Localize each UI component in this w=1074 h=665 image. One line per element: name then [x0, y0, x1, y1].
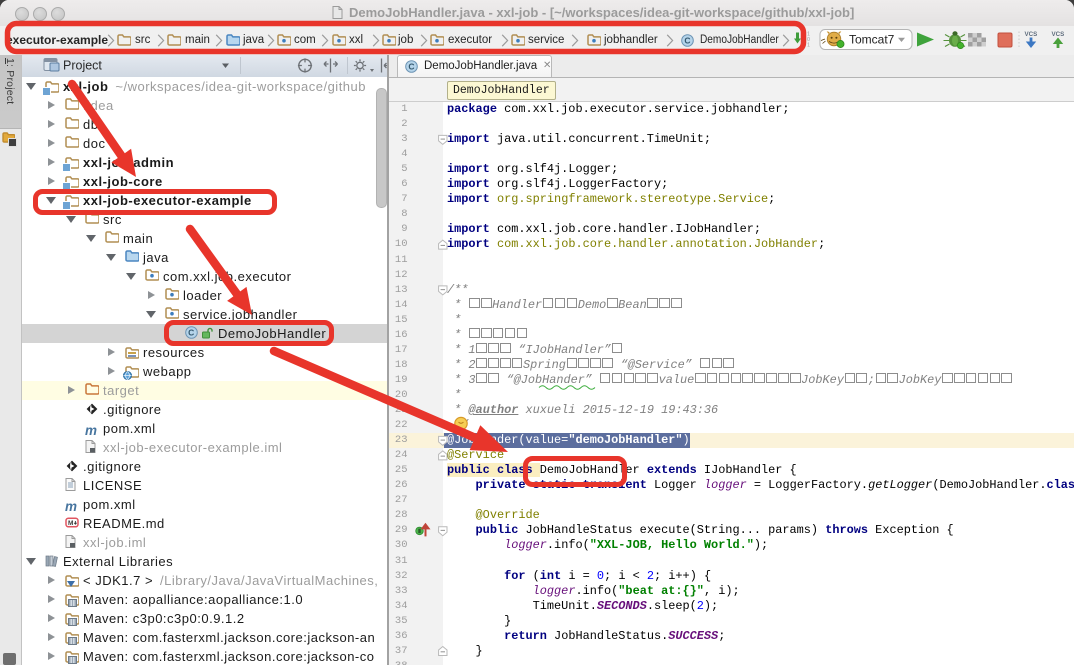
svg-text:VCS: VCS	[1052, 31, 1065, 38]
svg-text:Project: Project	[63, 59, 102, 73]
svg-text:M: M	[68, 520, 74, 527]
svg-text:C: C	[684, 36, 690, 46]
svg-text:Tomcat7: Tomcat7	[849, 33, 895, 47]
svg-text:0 1: 0 1	[803, 43, 810, 49]
svg-text:C: C	[188, 328, 195, 338]
svg-text:VCS: VCS	[1025, 31, 1038, 38]
svg-text:C: C	[408, 61, 414, 71]
